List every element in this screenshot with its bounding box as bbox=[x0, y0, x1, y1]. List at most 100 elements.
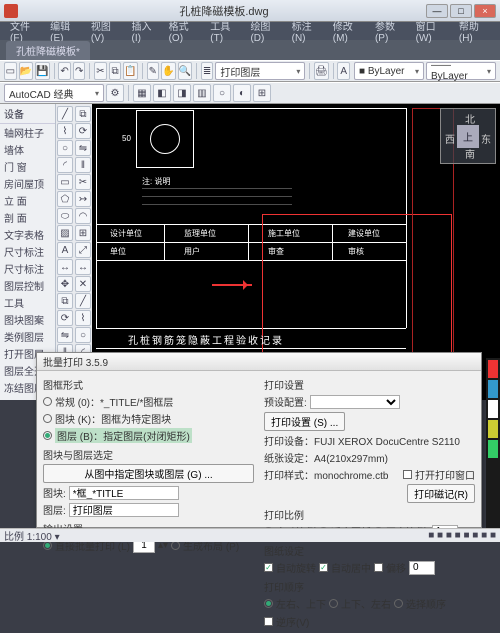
close-button[interactable]: × bbox=[474, 4, 496, 18]
sidebar-item[interactable]: 门 窗 bbox=[0, 158, 55, 175]
menu-draw[interactable]: 绘图(D) bbox=[246, 18, 285, 44]
tool-icon[interactable]: ✥ bbox=[57, 276, 73, 292]
tool-icon[interactable]: ⊞ bbox=[75, 225, 91, 241]
tool-icon[interactable]: ⬠ bbox=[57, 191, 73, 207]
sidebar-item[interactable]: 类例图层 bbox=[0, 328, 55, 345]
tool-icon[interactable]: ✕ bbox=[75, 276, 91, 292]
frame-opt-0[interactable]: 常规 (0)：*_TITLE/*图框层 bbox=[43, 394, 254, 409]
menu-tools[interactable]: 工具(T) bbox=[206, 18, 244, 44]
paste-icon[interactable]: 📋 bbox=[123, 62, 137, 80]
zoom-icon[interactable]: 🔍 bbox=[178, 62, 192, 80]
tool-icon[interactable]: ◨ bbox=[173, 84, 191, 102]
order-reverse[interactable]: 逆序(V) bbox=[264, 614, 309, 629]
tool-icon[interactable]: ▨ bbox=[57, 225, 73, 241]
menu-modify[interactable]: 修改(M) bbox=[329, 18, 369, 44]
pick-block-button[interactable]: 从图中指定图块或图层 (G) ... bbox=[43, 464, 254, 483]
new-icon[interactable]: ▭ bbox=[4, 62, 17, 80]
redo-icon[interactable]: ↷ bbox=[73, 62, 86, 80]
sidebar-item[interactable]: 图层控制 bbox=[0, 277, 55, 294]
sidebar-item[interactable]: 工具 bbox=[0, 294, 55, 311]
order-opt-1[interactable]: 上下、左右 bbox=[329, 596, 391, 611]
sidebar-item[interactable]: 剖 面 bbox=[0, 209, 55, 226]
frame-opt-1[interactable]: 图块 (K)：图框为特定图块 bbox=[43, 411, 254, 426]
gear-icon[interactable]: ⚙ bbox=[106, 84, 124, 102]
tool-icon[interactable]: ↔ bbox=[75, 259, 91, 275]
tool-icon[interactable]: ↣ bbox=[75, 191, 91, 207]
tool-icon[interactable]: ⤢ bbox=[75, 242, 91, 258]
order-opt-0[interactable]: 左右、上下 bbox=[264, 596, 326, 611]
menu-param[interactable]: 参数(P) bbox=[371, 18, 410, 44]
preset-select[interactable] bbox=[310, 395, 400, 409]
tool-icon[interactable]: ⊞ bbox=[253, 84, 271, 102]
tool-icon[interactable]: ⬭ bbox=[57, 208, 73, 224]
layer-name-input[interactable] bbox=[69, 503, 179, 517]
block-name-input[interactable] bbox=[69, 486, 179, 500]
tool-icon[interactable]: ○ bbox=[213, 84, 231, 102]
compass-top[interactable]: 上 bbox=[457, 125, 479, 148]
sidebar-item[interactable]: 立 面 bbox=[0, 192, 55, 209]
menu-insert[interactable]: 插入(I) bbox=[128, 18, 163, 44]
open-window-check[interactable]: 打开打印窗口 bbox=[403, 467, 475, 482]
menu-dim[interactable]: 标注(N) bbox=[288, 18, 327, 44]
print-settings-button[interactable]: 打印设置 (S) ... bbox=[264, 412, 345, 431]
tool-icon[interactable]: ◠ bbox=[75, 208, 91, 224]
annot-icon[interactable]: A bbox=[337, 62, 350, 80]
sidebar-item[interactable]: 轴网柱子 bbox=[0, 124, 55, 141]
tool-icon[interactable]: ○ bbox=[75, 327, 91, 343]
menu-window[interactable]: 窗口(W) bbox=[412, 18, 453, 44]
order-opt-2[interactable]: 选择顺序 bbox=[394, 596, 446, 611]
tool-icon[interactable]: ○ bbox=[57, 140, 73, 156]
tool-icon[interactable]: ‖ bbox=[75, 157, 91, 173]
menu-help[interactable]: 帮助(H) bbox=[455, 18, 494, 44]
tool-icon[interactable]: ⟳ bbox=[57, 310, 73, 326]
paper-auto-rotate[interactable]: 自动旋转 bbox=[264, 560, 316, 575]
layer-dropdown[interactable]: 打印图层▾ bbox=[215, 62, 305, 80]
snap-toggles[interactable]: ■ ■ ■ ■ ■ ■ ■ ■ bbox=[428, 530, 496, 541]
linetype-dropdown[interactable]: —— ByLayer▾ bbox=[426, 62, 496, 80]
tool-icon[interactable]: ⟳ bbox=[75, 123, 91, 139]
open-icon[interactable]: 📂 bbox=[19, 62, 33, 80]
tool-icon[interactable]: ◐ bbox=[233, 84, 251, 102]
tool-icon[interactable]: ╱ bbox=[57, 106, 73, 122]
tool-icon[interactable]: ⧉ bbox=[75, 106, 91, 122]
tool-icon[interactable]: ⌇ bbox=[75, 310, 91, 326]
scale-display[interactable]: 比例 1:100 ▾ bbox=[4, 528, 60, 543]
maximize-button[interactable]: □ bbox=[450, 4, 472, 18]
undo-icon[interactable]: ↶ bbox=[58, 62, 71, 80]
offset-value-input[interactable] bbox=[409, 561, 435, 575]
menu-view[interactable]: 视图(V) bbox=[87, 18, 126, 44]
match-icon[interactable]: ✎ bbox=[147, 62, 160, 80]
cut-icon[interactable]: ✂ bbox=[94, 62, 107, 80]
copy-icon[interactable]: ⧉ bbox=[109, 62, 122, 80]
tab-document[interactable]: 孔桩降磁模板* bbox=[6, 41, 90, 60]
tool-icon[interactable]: ╱ bbox=[75, 293, 91, 309]
tool-icon[interactable]: ▥ bbox=[193, 84, 211, 102]
save-icon[interactable]: 💾 bbox=[35, 62, 49, 80]
sidebar-item[interactable]: 墙体 bbox=[0, 141, 55, 158]
frame-opt-2[interactable]: 图层 (B)：指定图层(对闭矩形) bbox=[43, 428, 254, 443]
sidebar-item[interactable]: 尺寸标注 bbox=[0, 260, 55, 277]
tool-icon[interactable]: ▦ bbox=[133, 84, 151, 102]
sidebar-item[interactable]: 图块图案 bbox=[0, 311, 55, 328]
paper-auto-center[interactable]: 自动居中 bbox=[319, 560, 371, 575]
tool-icon[interactable]: ⇋ bbox=[57, 327, 73, 343]
minimize-button[interactable]: — bbox=[426, 4, 448, 18]
tool-icon[interactable]: ⧉ bbox=[57, 293, 73, 309]
plot-icon[interactable]: 🖨 bbox=[314, 62, 329, 80]
pan-icon[interactable]: ✋ bbox=[161, 62, 175, 80]
layer-icon[interactable]: ≣ bbox=[201, 62, 214, 80]
tool-icon[interactable]: A bbox=[57, 242, 73, 258]
tool-icon[interactable]: ◧ bbox=[153, 84, 171, 102]
view-cube[interactable]: 北 西 东 南 上 bbox=[440, 108, 496, 164]
tool-icon[interactable]: ⇋ bbox=[75, 140, 91, 156]
tool-icon[interactable]: ◜ bbox=[57, 157, 73, 173]
sidebar-item[interactable]: 文字表格 bbox=[0, 226, 55, 243]
workspace-dropdown[interactable]: AutoCAD 经典▾ bbox=[4, 84, 104, 102]
print-record-button[interactable]: 打印磁记(R) bbox=[407, 484, 475, 503]
tool-icon[interactable]: ▭ bbox=[57, 174, 73, 190]
tool-icon[interactable]: ✂ bbox=[75, 174, 91, 190]
menu-format[interactable]: 格式(O) bbox=[165, 18, 205, 44]
tool-icon[interactable]: ⌇ bbox=[57, 123, 73, 139]
tool-icon[interactable]: ↔ bbox=[57, 259, 73, 275]
sidebar-item[interactable]: 房间屋顶 bbox=[0, 175, 55, 192]
